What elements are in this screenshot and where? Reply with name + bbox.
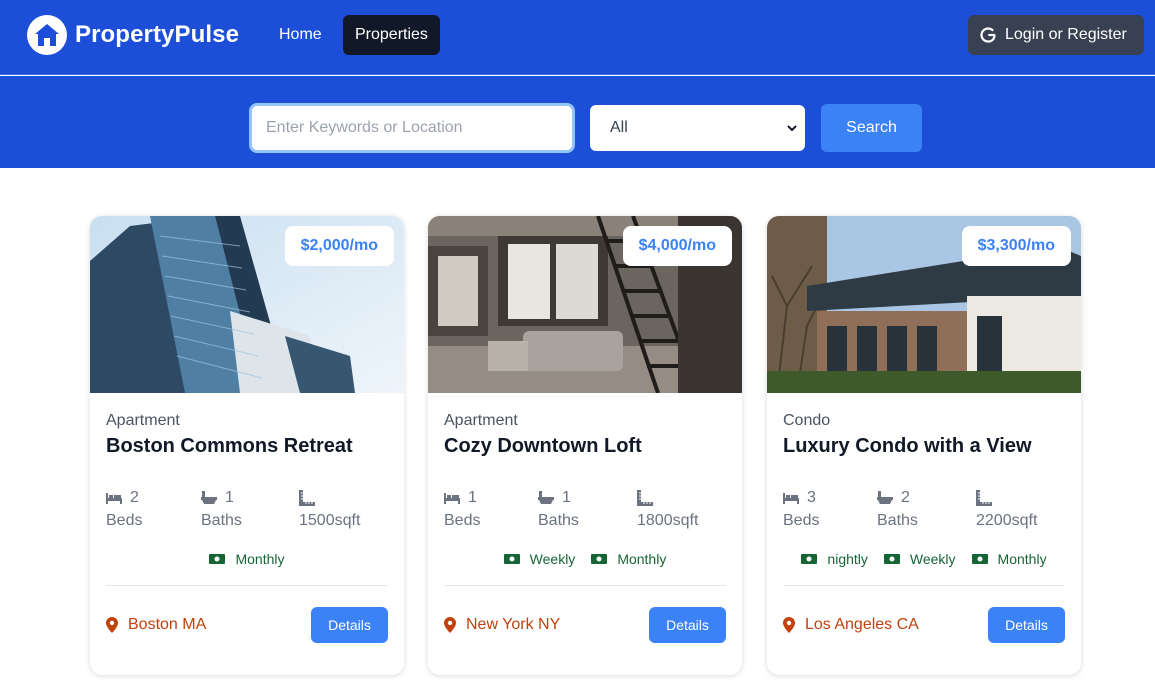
property-name[interactable]: Luxury Condo with a View [783,435,1032,458]
property-location: Los Angeles CA [783,616,919,634]
rate-item: Weekly [503,551,576,567]
baths-stat: 1 Baths [201,488,291,530]
login-register-label: Login or Register [1005,26,1127,43]
map-marker-icon [444,617,456,633]
money-bill-icon [591,554,608,564]
baths-label: Baths [538,512,579,529]
property-name[interactable]: Boston Commons Retreat [106,435,353,458]
price-badge: $3,300/mo [961,226,1071,266]
details-button[interactable]: Details [311,607,388,643]
keyword-search-input[interactable] [249,103,575,153]
card-divider [106,585,388,586]
card-divider [783,585,1065,586]
house-logo-icon [27,15,67,55]
location-label: New York NY [466,616,561,633]
property-type: Condo [783,412,831,429]
location-label: Boston MA [128,616,207,633]
bath-icon [538,491,554,504]
baths-label: Baths [877,512,918,529]
rate-item: Monthly [209,551,285,567]
money-bill-icon [883,554,900,564]
rate-label: Weekly [909,551,956,567]
baths-count: 1 [562,489,571,506]
card-divider [444,585,726,586]
property-image[interactable]: $3,300/mo [767,216,1081,393]
login-register-button[interactable]: Login or Register [968,15,1144,55]
property-type-select[interactable]: All [590,105,805,151]
property-image[interactable]: $2,000/mo [90,216,404,393]
beds-label: Beds [106,512,143,529]
details-button[interactable]: Details [649,607,726,643]
brand-name: PropertyPulse [75,21,240,48]
property-location: Boston MA [106,616,206,634]
beds-count: 1 [468,489,477,506]
map-marker-icon [106,617,118,633]
rate-item: Weekly [883,551,956,567]
beds-stat: 3 Beds [783,488,873,530]
property-card: $4,000/mo Apartment Cozy Downtown Loft 1… [428,216,742,675]
money-bill-icon [209,554,226,564]
rate-item: Monthly [971,551,1047,567]
property-card: $3,300/mo Condo Luxury Condo with a View… [767,216,1081,675]
rate-label: nightly [827,551,868,567]
rate-item: Monthly [591,551,666,567]
brand-logo-link[interactable]: PropertyPulse [27,15,239,55]
rental-rates: nightly Weekly Monthly [767,551,1081,567]
money-bill-icon [971,554,988,564]
rate-label: Weekly [529,551,576,567]
nav-link-home[interactable]: Home [267,15,334,55]
rate-item: nightly [801,551,868,567]
bath-icon [201,491,217,504]
baths-count: 2 [901,489,910,506]
property-card: $2,000/mo Apartment Boston Commons Retre… [90,216,404,675]
property-location: New York NY [444,616,560,634]
baths-count: 1 [225,489,234,506]
beds-label: Beds [783,512,820,529]
rate-label: Monthly [997,551,1047,567]
ruler-combined-icon [976,490,992,506]
nav-link-properties[interactable]: Properties [343,15,440,55]
rate-label: Monthly [617,551,667,567]
price-badge: $4,000/mo [622,226,732,266]
chevron-down-icon [787,125,797,132]
map-marker-icon [783,617,795,633]
area-value: 1800sqft [637,512,699,529]
rental-rates: Weekly Monthly [428,551,742,567]
area-stat: 2200sqft [976,488,1066,530]
property-type: Apartment [444,412,518,429]
property-type-selected: All [610,119,628,136]
bath-icon [877,491,893,504]
property-name[interactable]: Cozy Downtown Loft [444,435,642,458]
property-type: Apartment [106,412,180,429]
bed-icon [444,493,460,504]
beds-count: 3 [807,489,816,506]
beds-count: 2 [130,489,139,506]
beds-label: Beds [444,512,481,529]
area-stat: 1800sqft [637,488,727,530]
money-bill-icon [503,554,520,564]
location-label: Los Angeles CA [805,616,919,633]
money-bill-icon [801,554,818,564]
google-icon [979,26,997,44]
baths-stat: 1 Baths [538,488,628,530]
area-stat: 1500sqft [299,488,389,530]
bed-icon [783,493,799,504]
area-value: 2200sqft [976,512,1038,529]
baths-label: Baths [201,512,242,529]
rate-label: Monthly [235,551,285,567]
area-value: 1500sqft [299,512,361,529]
property-image[interactable]: $4,000/mo [428,216,742,393]
details-button[interactable]: Details [988,607,1065,643]
bed-icon [106,493,122,504]
search-hero: All Search [0,76,1155,168]
baths-stat: 2 Baths [877,488,967,530]
ruler-combined-icon [299,490,315,506]
rental-rates: Monthly [90,551,404,567]
navbar: PropertyPulse Home Properties Login or R… [0,0,1155,75]
price-badge: $2,000/mo [284,226,394,266]
beds-stat: 1 Beds [444,488,534,530]
search-button[interactable]: Search [821,104,922,152]
beds-stat: 2 Beds [106,488,196,530]
ruler-combined-icon [637,490,653,506]
